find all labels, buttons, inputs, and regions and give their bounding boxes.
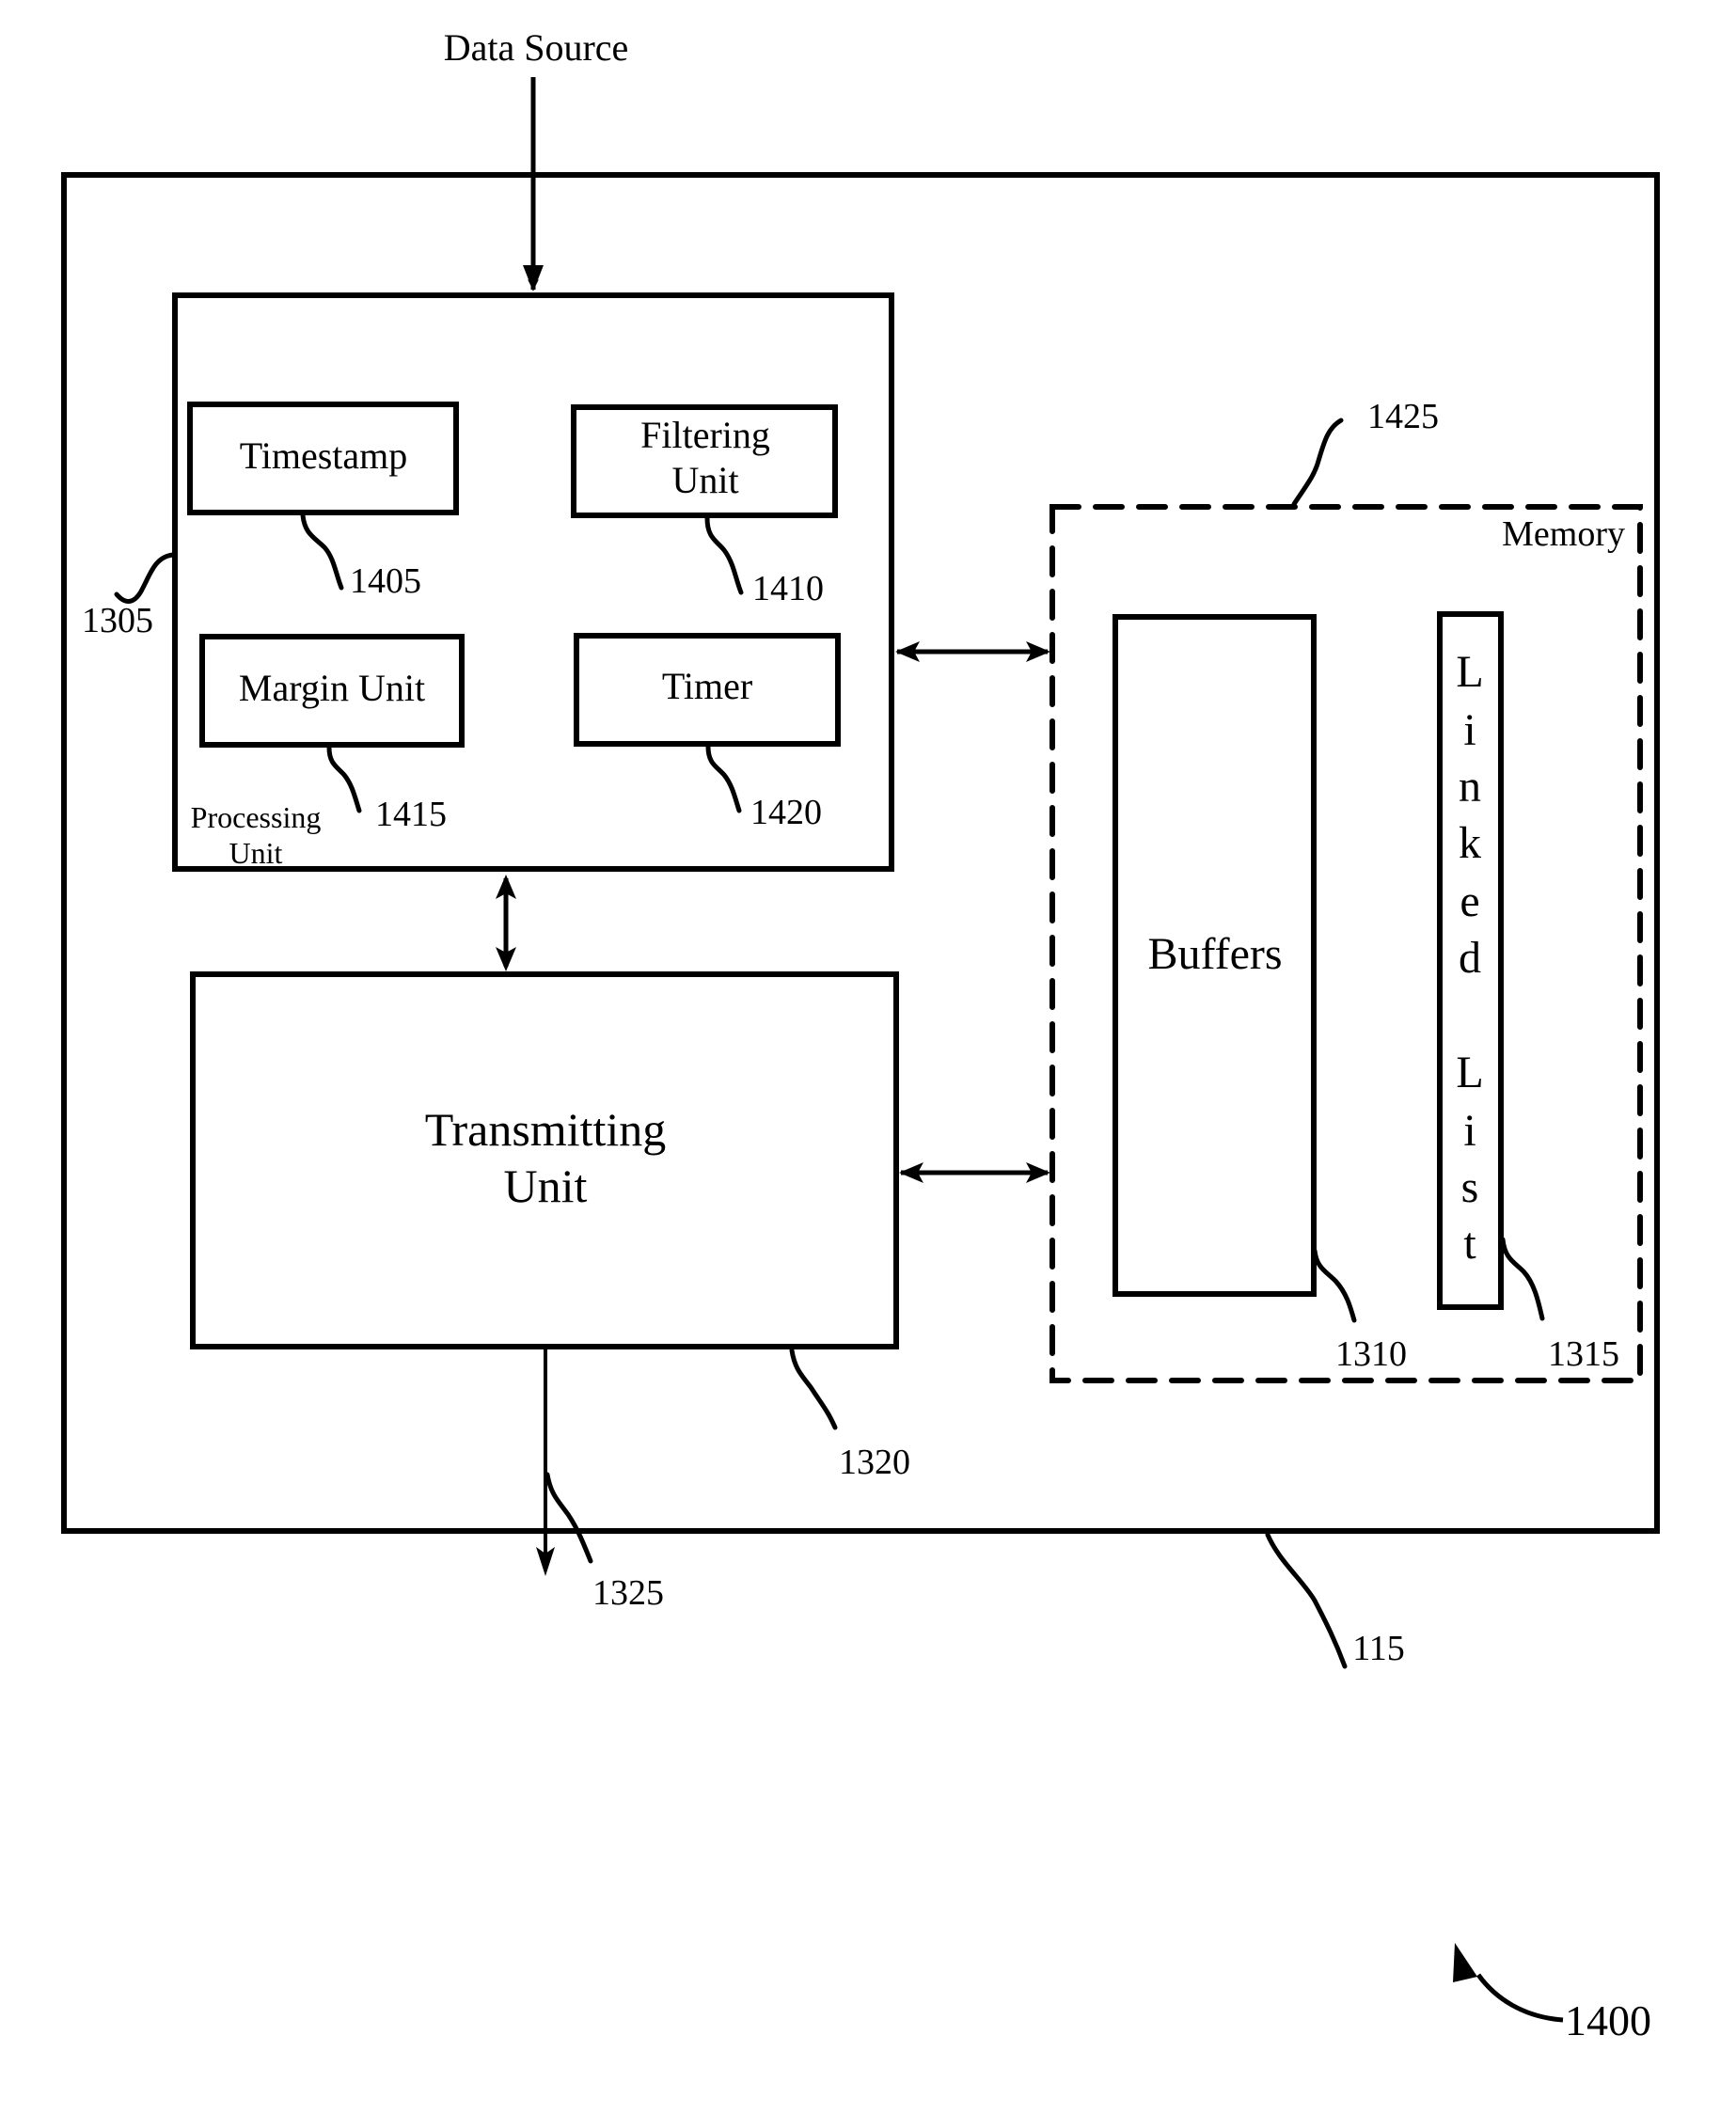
data-source-arrowhead [523, 265, 544, 292]
linked-list-leader [1500, 1237, 1545, 1321]
device-leader [1265, 1532, 1348, 1669]
linked-list-label: L i n k e d L i s t [1456, 647, 1483, 1269]
margin-unit-ref: 1415 [375, 795, 447, 834]
linked-list-letter: n [1459, 762, 1481, 812]
figure-number-arrowhead [1453, 1943, 1477, 1982]
device-ref: 115 [1352, 1629, 1405, 1668]
linked-list-letter: i [1463, 1106, 1476, 1156]
filtering-unit-label-line2: Unit [671, 459, 738, 501]
processing-unit-label-line1: Processing [191, 800, 322, 834]
timestamp-ref: 1405 [350, 561, 421, 601]
timestamp-label: Timestamp [240, 434, 408, 477]
linked-list-letter: e [1460, 876, 1479, 926]
margin-unit-label: Margin Unit [239, 667, 425, 709]
filtering-unit-ref: 1410 [752, 569, 824, 608]
margin-unit-leader [326, 745, 362, 813]
linked-list-letter: i [1463, 705, 1476, 755]
filtering-unit-label-line1: Filtering [640, 414, 770, 456]
output-ref: 1325 [592, 1573, 664, 1613]
data-source-label: Data Source [444, 26, 629, 69]
linked-list-letter: k [1459, 818, 1481, 868]
timer-label: Timer [662, 665, 752, 707]
buffers-label: Buffers [1147, 929, 1282, 979]
processing-unit-label-line2: Unit [229, 836, 283, 870]
processing-unit-ref: 1305 [82, 601, 153, 640]
transmitting-unit-leader [789, 1348, 838, 1430]
device-box [61, 172, 1660, 1534]
linked-list-ref: 1315 [1548, 1334, 1619, 1374]
linked-list-letter: t [1463, 1219, 1476, 1269]
linked-list-letter: L [1456, 647, 1483, 697]
figure-number-arrow [1476, 1973, 1564, 2023]
memory-label: Memory [1502, 514, 1625, 554]
linked-list-letter: L [1456, 1048, 1483, 1097]
transmitting-unit-label-line1: Transmitting [425, 1103, 667, 1156]
processing-unit-leader [114, 552, 176, 604]
buffers-leader [1312, 1248, 1357, 1323]
timestamp-leader [300, 513, 344, 591]
memory-ref: 1425 [1367, 397, 1439, 436]
buffers-ref: 1310 [1335, 1334, 1407, 1374]
timer-ref: 1420 [750, 793, 822, 832]
memory-box [1049, 504, 1643, 1383]
linked-list-letter: s [1461, 1162, 1479, 1212]
filtering-unit-leader [704, 515, 744, 595]
timer-leader [705, 744, 742, 813]
linked-list-letter: d [1459, 933, 1481, 983]
figure-number: 1400 [1565, 1996, 1651, 2044]
block-diagram: Data Source 115 Processing Unit 1305 Tim… [61, 26, 1660, 2044]
transmitting-unit-label-line2: Unit [504, 1160, 588, 1212]
transmitting-unit-ref: 1320 [839, 1443, 910, 1482]
memory-leader [1291, 418, 1344, 507]
